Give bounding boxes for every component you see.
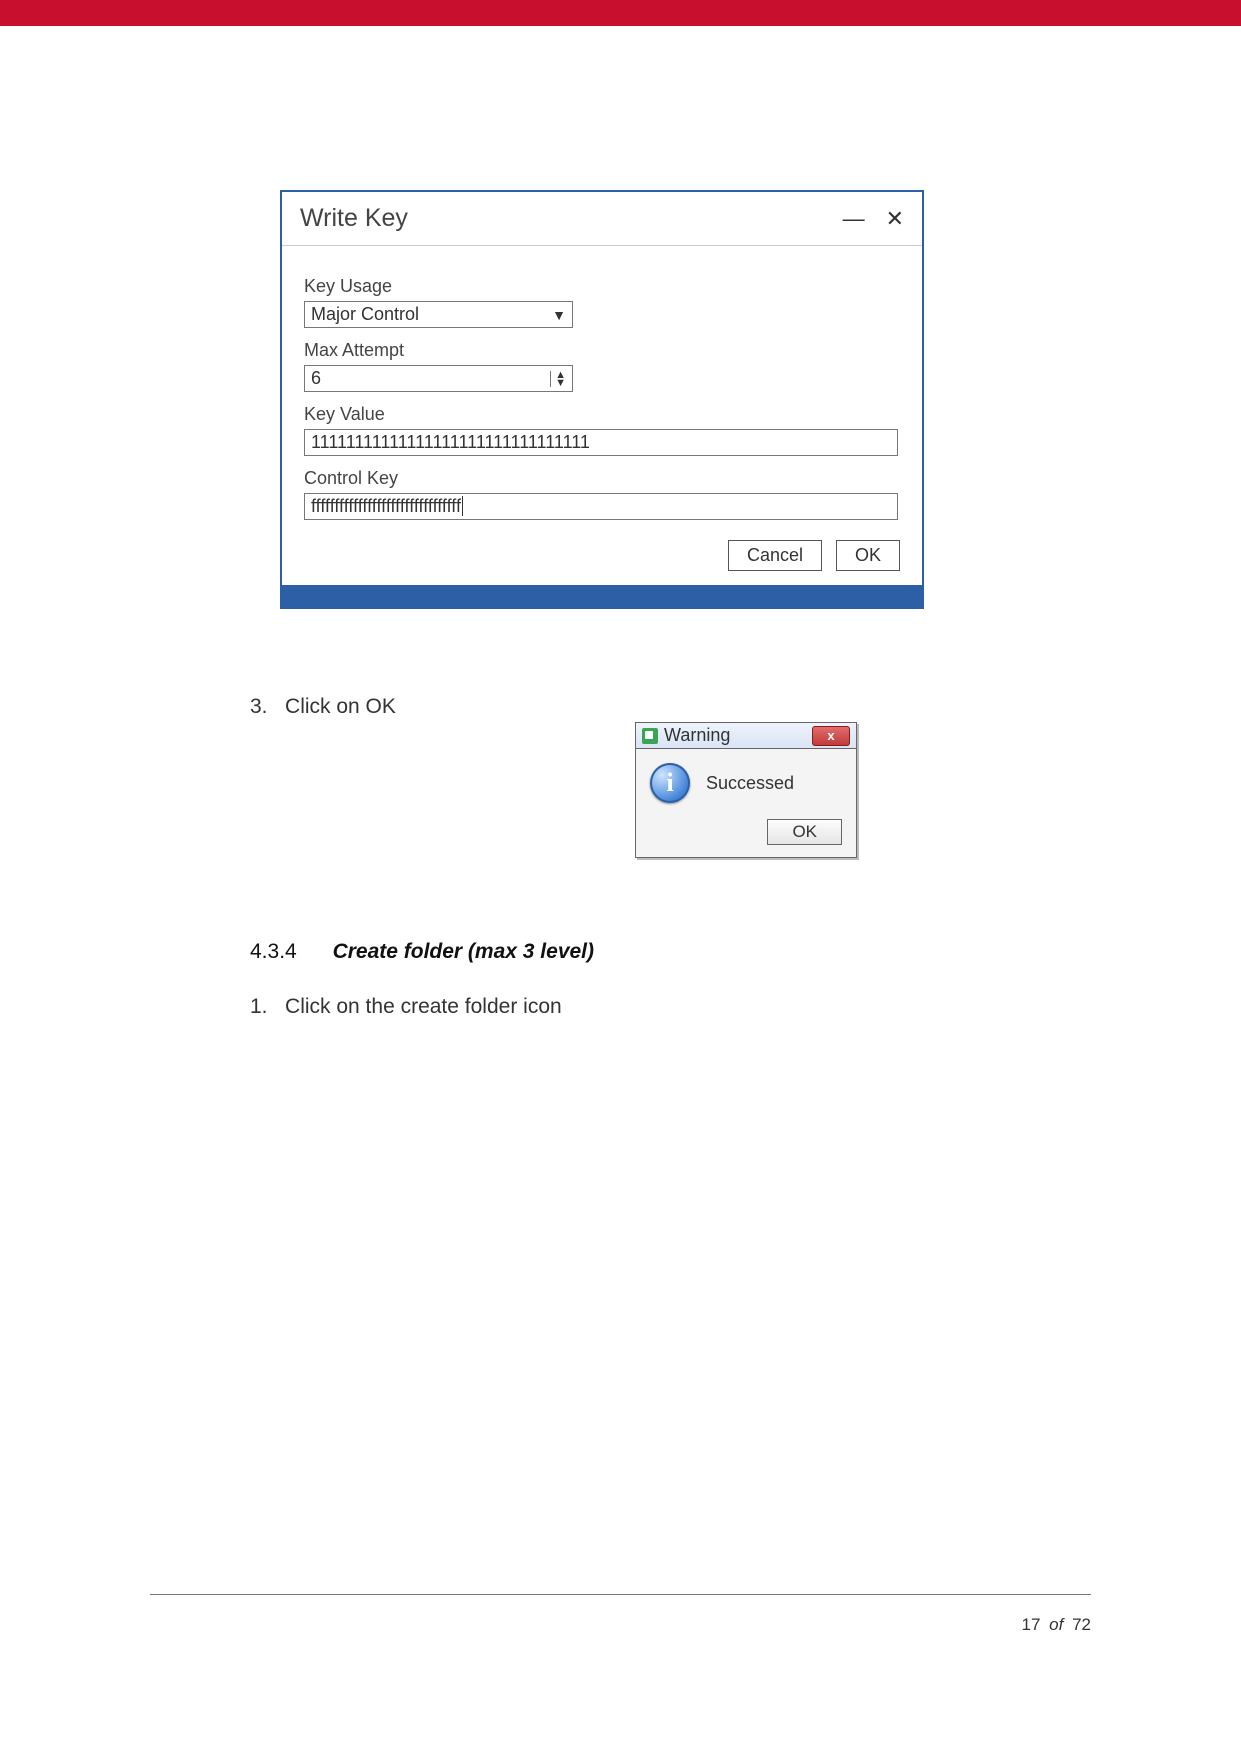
key-value-input[interactable]: 11111111111111111111111111111111 xyxy=(304,429,898,456)
popup-title-text: Warning xyxy=(664,725,730,746)
page-total: 72 xyxy=(1072,1615,1091,1634)
write-key-dialog: Write Key — ✕ Key Usage Major Control ▼ … xyxy=(280,190,924,609)
popup-message: Successed xyxy=(706,773,794,794)
dialog-body: Key Usage Major Control ▼ Max Attempt 6 … xyxy=(282,246,922,530)
step-1: 1. Click on the create folder icon xyxy=(250,995,562,1019)
ok-button[interactable]: OK xyxy=(836,540,900,571)
cancel-button[interactable]: Cancel xyxy=(728,540,822,571)
page-number: 17 xyxy=(1022,1615,1041,1634)
page-of: of xyxy=(1049,1615,1063,1634)
label-key-usage: Key Usage xyxy=(304,276,900,297)
key-value-text: 11111111111111111111111111111111 xyxy=(311,432,590,452)
warning-popup: Warning x i Successed OK xyxy=(635,722,857,858)
popup-ok-button[interactable]: OK xyxy=(767,819,842,845)
page-footer: 17 of 72 xyxy=(1022,1615,1092,1635)
label-control-key: Control Key xyxy=(304,468,900,489)
info-icon: i xyxy=(650,763,690,803)
step-3-text: Click on OK xyxy=(285,695,396,718)
page-top-bar xyxy=(0,0,1241,26)
dialog-titlebar: Write Key — ✕ xyxy=(282,192,922,246)
spin-buttons-icon[interactable]: ▲▼ xyxy=(550,371,566,387)
dialog-bottom-bar xyxy=(282,585,922,607)
max-attempt-value: 6 xyxy=(311,368,321,389)
page-content: Write Key — ✕ Key Usage Major Control ▼ … xyxy=(150,60,1091,1635)
step-1-number: 1. xyxy=(250,995,268,1018)
label-key-value: Key Value xyxy=(304,404,900,425)
control-key-input[interactable]: ffffffffffffffffffffffffffffffff xyxy=(304,493,898,520)
control-key-text: ffffffffffffffffffffffffffffffff xyxy=(311,496,463,516)
chevron-down-icon: ▼ xyxy=(552,307,566,323)
app-icon xyxy=(642,728,658,744)
max-attempt-spin[interactable]: 6 ▲▼ xyxy=(304,365,573,392)
footer-rule xyxy=(150,1594,1091,1595)
section-heading: 4.3.4 Create folder (max 3 level) xyxy=(250,940,594,964)
dialog-title: Write Key xyxy=(300,204,408,233)
step-3: 3. Click on OK xyxy=(250,695,396,719)
step-1-text: Click on the create folder icon xyxy=(285,995,562,1018)
close-icon[interactable]: ✕ xyxy=(886,206,904,232)
key-usage-value: Major Control xyxy=(311,304,419,325)
section-title: Create folder (max 3 level) xyxy=(333,940,594,963)
label-max-attempt: Max Attempt xyxy=(304,340,900,361)
popup-close-button[interactable]: x xyxy=(812,726,850,746)
key-usage-select[interactable]: Major Control ▼ xyxy=(304,301,573,328)
section-number: 4.3.4 xyxy=(250,940,297,963)
step-3-number: 3. xyxy=(250,695,268,718)
popup-titlebar: Warning x xyxy=(636,723,856,749)
minimize-icon[interactable]: — xyxy=(843,206,865,232)
